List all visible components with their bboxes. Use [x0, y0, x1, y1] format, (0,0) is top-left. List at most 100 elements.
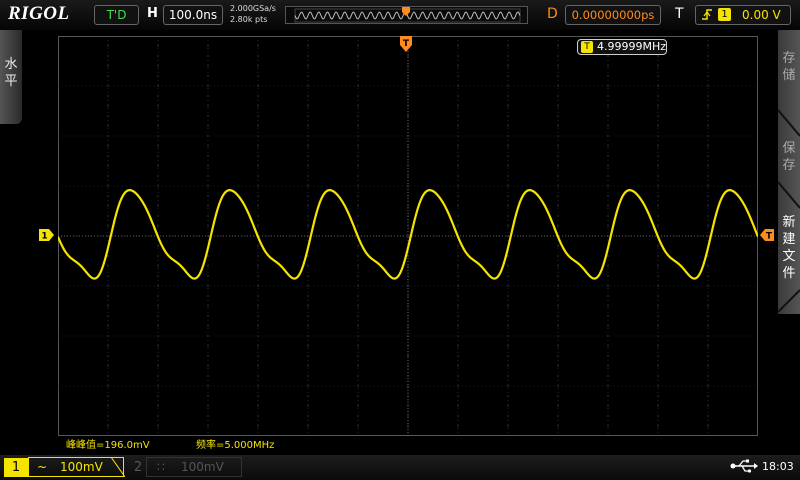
- graticule-dot: [557, 65, 559, 67]
- counter-source-badge: T: [581, 41, 593, 53]
- graticule-dot: [557, 165, 559, 167]
- ch1-settings[interactable]: ~ 100mV: [28, 457, 124, 477]
- graticule-dot: [707, 225, 709, 227]
- graticule-dot: [157, 425, 159, 427]
- delay-value[interactable]: 0.00000000ps: [565, 5, 661, 25]
- graticule-dot: [357, 365, 359, 367]
- graticule-dot: [707, 345, 709, 347]
- graticule-dot: [457, 305, 459, 307]
- graticule-dot: [307, 345, 309, 347]
- graticule-dot: [307, 125, 309, 127]
- graticule-dot: [457, 345, 459, 347]
- graticule-dot: [207, 325, 209, 327]
- trigger-label: T: [675, 6, 684, 22]
- right-softkey-menu: 存 储 保 存 新 建 文 件: [778, 30, 800, 314]
- graticule-dot: [107, 105, 109, 107]
- graticule-dot: [257, 365, 259, 367]
- graticule-dot: [207, 225, 209, 227]
- graticule-dot: [207, 165, 209, 167]
- graticule-dot: [457, 105, 459, 107]
- menu-item-save[interactable]: 保 存: [778, 140, 800, 174]
- waveform-display[interactable]: [58, 36, 758, 436]
- graticule-dot: [707, 105, 709, 107]
- measurement-bar: 峰峰值=196.0mV 频率=5.000MHz: [60, 436, 760, 451]
- delay-label: D: [547, 6, 558, 22]
- trigger-level: 0.00 V: [742, 8, 781, 22]
- graticule-dot: [457, 245, 459, 247]
- graticule-dot: [557, 145, 559, 147]
- menu-item-new-file-label-1: 新: [782, 215, 796, 230]
- graticule-dot: [257, 65, 259, 67]
- trigger-position-marker[interactable]: T: [399, 36, 413, 54]
- menu-item-new-file-label-4: 件: [782, 266, 796, 281]
- graticule-dot: [157, 245, 159, 247]
- graticule-dot: [657, 365, 659, 367]
- graticule-dot: [207, 45, 209, 47]
- graticule-dot: [707, 405, 709, 407]
- graticule-dot: [707, 45, 709, 47]
- graticule-dot: [457, 265, 459, 267]
- graticule-dot: [157, 405, 159, 407]
- menu-item-new-file-label-3: 文: [782, 249, 796, 264]
- graticule-dot: [607, 405, 609, 407]
- graticule-dot: [557, 45, 559, 47]
- graticule-dot: [707, 325, 709, 327]
- ch2-settings[interactable]: ∷ 100mV: [146, 457, 242, 477]
- timebase-value[interactable]: 100.0ns: [163, 5, 223, 25]
- trigger-level-marker-label: T: [766, 232, 773, 242]
- graticule-dot: [557, 225, 559, 227]
- run-state-badge[interactable]: T'D: [94, 5, 139, 25]
- ch1-scale: 100mV: [60, 460, 103, 474]
- graticule-dot: [307, 425, 309, 427]
- rising-edge-icon: [701, 8, 713, 24]
- graticule-dot: [307, 285, 309, 287]
- graticule-dot: [657, 165, 659, 167]
- graticule-dot: [607, 205, 609, 207]
- menu-item-storage-label-1: 存: [782, 51, 796, 66]
- graticule-dot: [107, 325, 109, 327]
- graticule-dot: [307, 65, 309, 67]
- graticule-dot: [657, 265, 659, 267]
- measurement-frequency[interactable]: 频率=5.000MHz: [196, 436, 274, 451]
- graticule-dot: [107, 65, 109, 67]
- ch1-offset-marker[interactable]: 1: [39, 229, 55, 241]
- graticule-dot: [507, 385, 509, 387]
- frequency-counter[interactable]: T 4.99999MHz: [577, 39, 667, 55]
- memory-overview-wave: [294, 7, 521, 23]
- frequency-counter-value: 4.99999MHz: [597, 40, 667, 53]
- graticule-dot: [307, 165, 309, 167]
- ch1-button[interactable]: 1: [4, 458, 28, 477]
- graticule-dot: [107, 365, 109, 367]
- graticule-dot: [357, 205, 359, 207]
- graticule-dot: [707, 65, 709, 67]
- graticule-dot: [307, 45, 309, 47]
- trigger-level-marker[interactable]: T: [759, 229, 775, 241]
- graticule-dot: [607, 305, 609, 307]
- graticule-dot: [257, 165, 259, 167]
- memory-overview-strip[interactable]: [285, 6, 528, 24]
- graticule-dot: [207, 305, 209, 307]
- graticule-dot: [257, 305, 259, 307]
- graticule-dot: [507, 145, 509, 147]
- horizontal-menu-tab[interactable]: 水 平: [0, 30, 22, 124]
- graticule-dot: [507, 285, 509, 287]
- graticule-dot: [157, 145, 159, 147]
- clock: 18:03: [762, 460, 794, 473]
- graticule-dot: [207, 185, 209, 187]
- graticule-dot: [207, 385, 209, 387]
- graticule-dot: [507, 45, 509, 47]
- graticule-dot: [357, 225, 359, 227]
- graticule-dot: [457, 425, 459, 427]
- menu-item-storage[interactable]: 存 储: [778, 50, 800, 84]
- graticule-dot: [657, 65, 659, 67]
- graticule-dot: [257, 225, 259, 227]
- ch2-button[interactable]: 2: [130, 458, 146, 477]
- graticule-dot: [157, 105, 159, 107]
- graticule-dot: [457, 125, 459, 127]
- graticule-dot: [107, 45, 109, 47]
- menu-item-new-file[interactable]: 新 建 文 件: [778, 214, 800, 282]
- graticule-dot: [557, 105, 559, 107]
- graticule-dot: [707, 125, 709, 127]
- measurement-vpp[interactable]: 峰峰值=196.0mV: [66, 436, 150, 451]
- horizontal-label: H: [147, 6, 158, 21]
